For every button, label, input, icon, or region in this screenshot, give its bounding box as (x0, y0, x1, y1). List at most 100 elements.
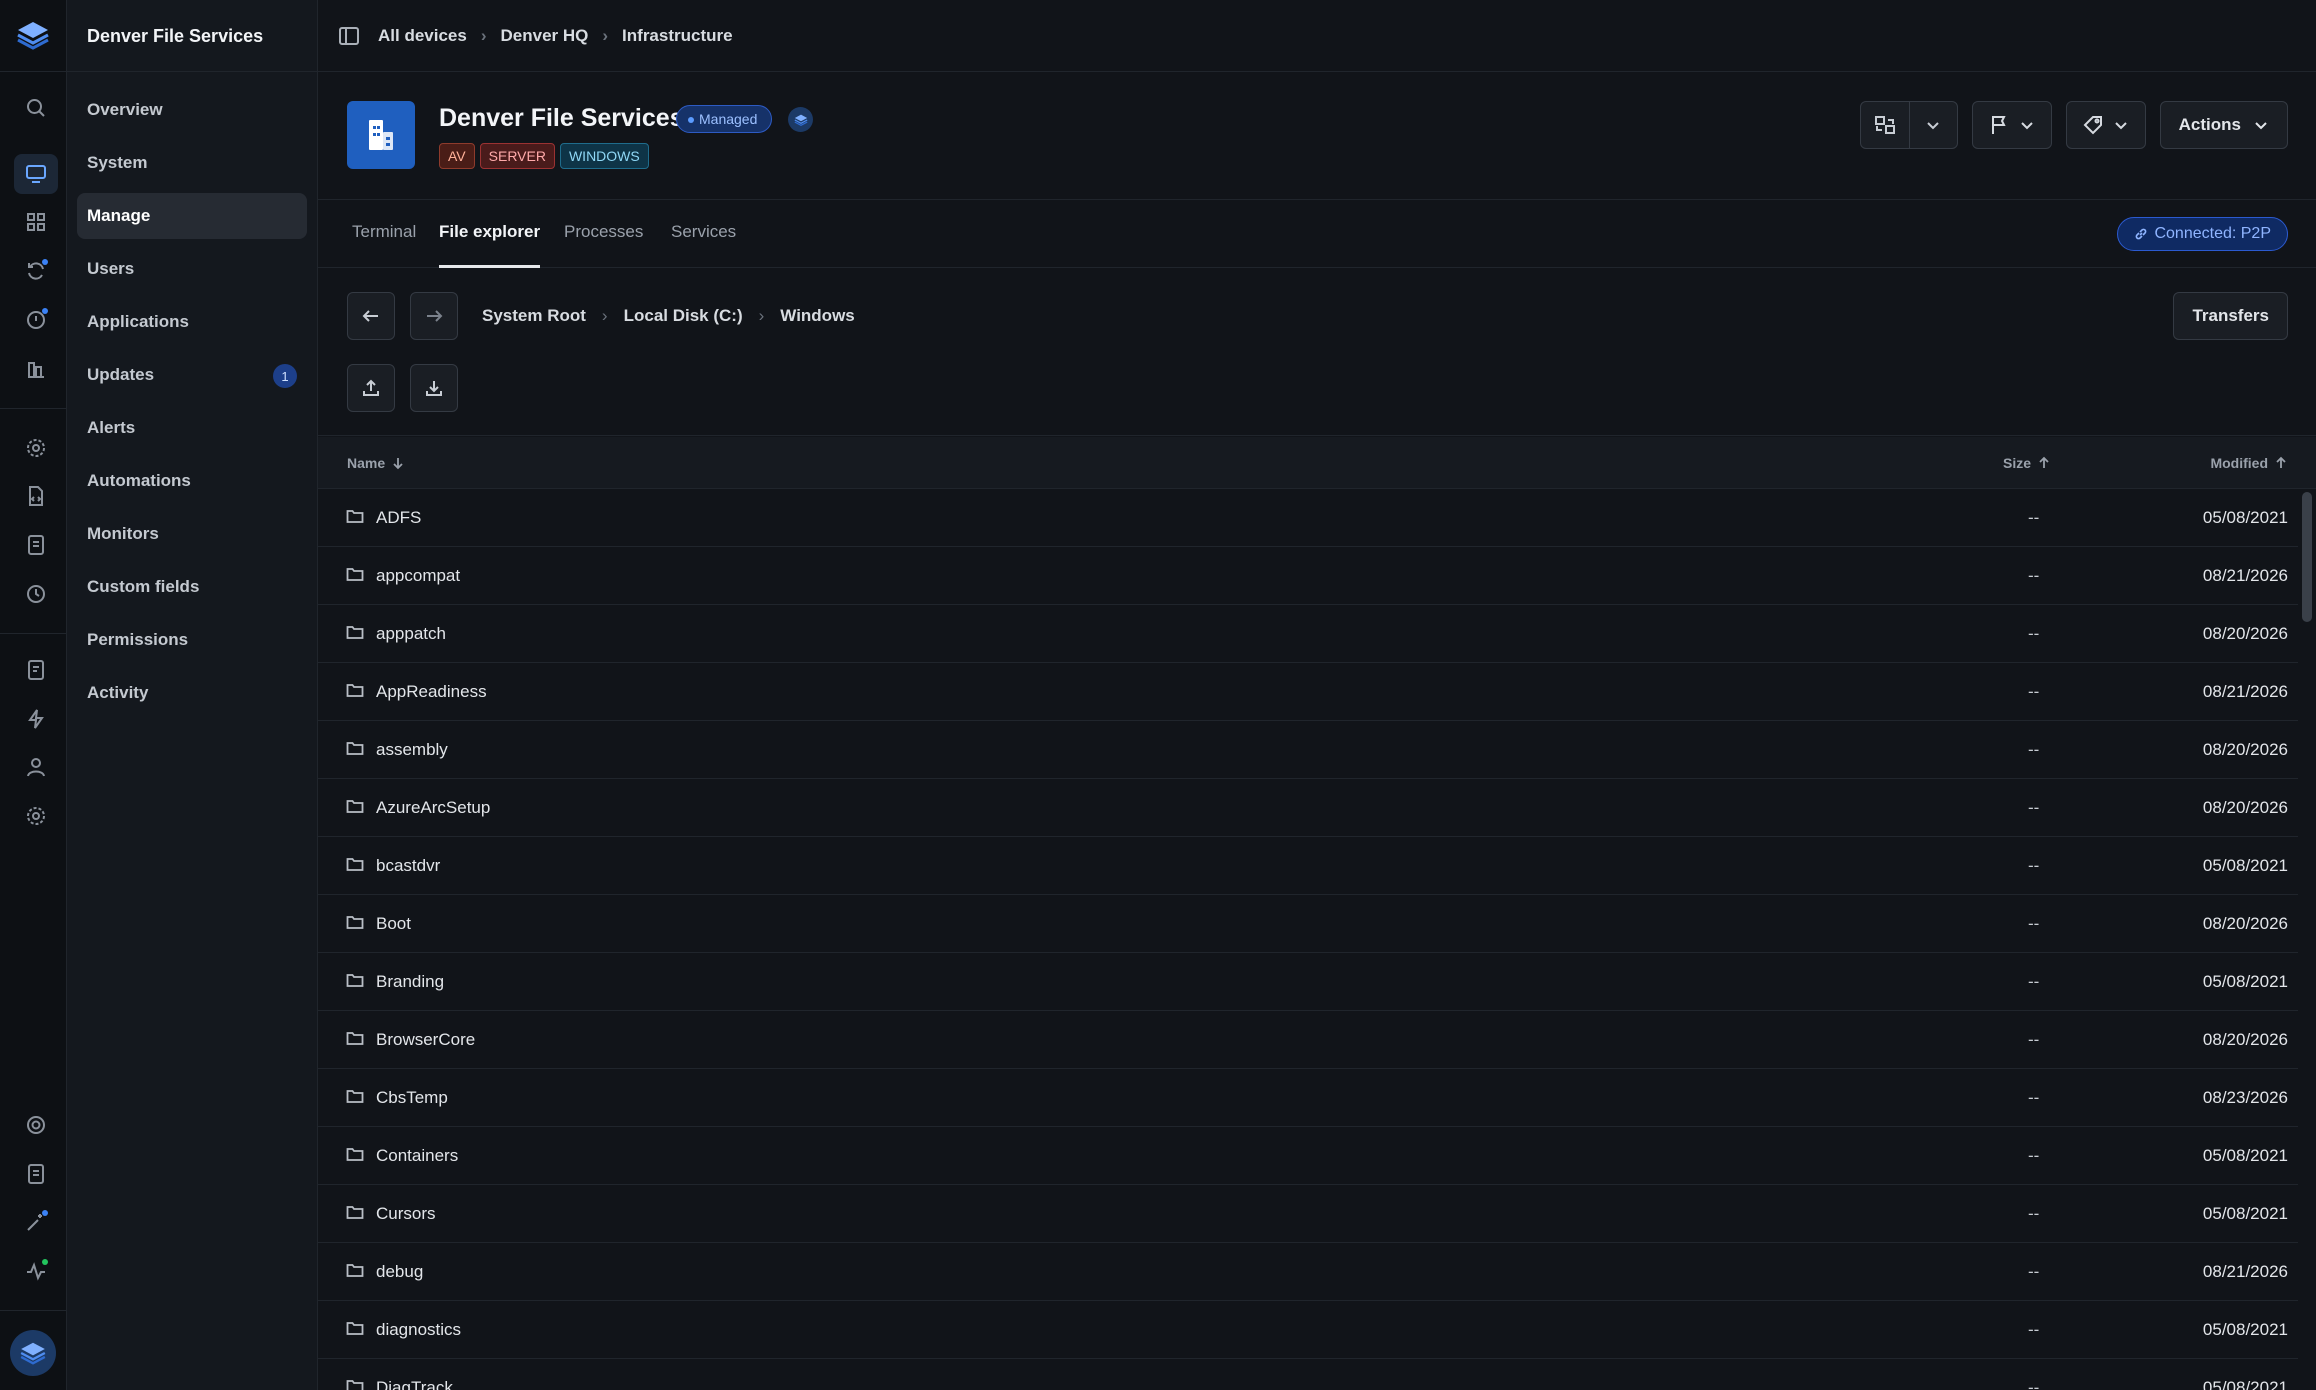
column-header-size[interactable]: Size (2003, 455, 2051, 471)
path-windows[interactable]: Windows (780, 306, 854, 326)
sidebar-item-alerts[interactable]: Alerts (77, 405, 307, 451)
admin-settings-icon[interactable] (14, 796, 58, 836)
tab-processes[interactable]: Processes (564, 222, 643, 268)
transfers-button[interactable]: Transfers (2173, 292, 2288, 340)
document-icon[interactable] (14, 525, 58, 565)
reports-icon[interactable] (14, 349, 58, 389)
chevron-down-icon (2253, 117, 2269, 133)
tab-file-explorer[interactable]: File explorer (439, 222, 541, 268)
download-button[interactable] (410, 364, 458, 412)
sidebar-item-overview[interactable]: Overview (77, 87, 307, 133)
back-button[interactable] (347, 292, 395, 340)
actions-button[interactable]: Actions (2159, 101, 2288, 149)
file-name: BrowserCore (376, 1030, 476, 1049)
sidebar-toggle-icon[interactable] (338, 25, 360, 47)
chevron-down-icon[interactable] (1908, 102, 1957, 148)
brand-logo-icon[interactable] (14, 18, 52, 52)
sidebar-item-users[interactable]: Users (77, 246, 307, 292)
table-row[interactable]: Boot -- 08/20/2026 (318, 895, 2298, 953)
file-modified: 08/21/2026 (2202, 1262, 2288, 1281)
upload-button[interactable] (347, 364, 395, 412)
folder-icon (346, 682, 364, 698)
server-building-icon (347, 101, 415, 169)
sidebar-item-manage[interactable]: Manage (77, 193, 307, 239)
file-modified: 08/20/2026 (2202, 740, 2288, 759)
breadcrumb-all-devices[interactable]: All devices (378, 26, 467, 46)
alert-clock-icon[interactable] (14, 300, 58, 340)
tab-terminal[interactable]: Terminal (352, 222, 416, 268)
file-size: -- (2028, 624, 2040, 643)
sidebar-divider (67, 71, 318, 72)
table-row[interactable]: AzureArcSetup -- 08/20/2026 (318, 779, 2298, 837)
table-row[interactable]: Branding -- 05/08/2021 (318, 953, 2298, 1011)
table-row[interactable]: appcompat -- 08/21/2026 (318, 547, 2298, 605)
table-row[interactable]: debug -- 08/21/2026 (318, 1243, 2298, 1301)
avatar[interactable] (10, 1330, 56, 1376)
history-icon[interactable] (14, 574, 58, 614)
table-row[interactable]: diagnostics -- 05/08/2021 (318, 1301, 2298, 1359)
settings-gear-icon[interactable] (14, 428, 58, 468)
device-sidebar: Denver File Services Overview System Man… (67, 0, 318, 1390)
changelog-icon[interactable] (14, 1154, 58, 1194)
table-row[interactable]: Containers -- 05/08/2021 (318, 1127, 2298, 1185)
file-size: -- (2028, 972, 2040, 991)
chevron-down-icon (2113, 117, 2129, 133)
rail-divider (0, 1310, 67, 1311)
sidebar-item-label: Activity (87, 683, 149, 702)
column-header-modified[interactable]: Modified (2210, 455, 2288, 471)
sidebar-item-system[interactable]: System (77, 140, 307, 186)
folder-icon (346, 1030, 364, 1046)
tab-services[interactable]: Services (671, 222, 736, 268)
remote-connect-group (1859, 101, 1958, 149)
sidebar-item-applications[interactable]: Applications (77, 299, 307, 345)
table-row[interactable]: ADFS -- 05/08/2021 (318, 489, 2298, 547)
search-icon[interactable] (14, 88, 58, 128)
sidebar-item-label: Alerts (87, 418, 136, 437)
path-system-root[interactable]: System Root (482, 306, 586, 326)
file-size: -- (2028, 856, 2040, 875)
sync-icon[interactable] (14, 251, 58, 291)
chevron-right-icon: › (602, 25, 609, 45)
table-row[interactable]: Cursors -- 05/08/2021 (318, 1185, 2298, 1243)
file-name: DiagTrack (376, 1378, 453, 1390)
table-row[interactable]: assembly -- 08/20/2026 (318, 721, 2298, 779)
sidebar-item-activity[interactable]: Activity (77, 670, 307, 716)
script-file-icon[interactable] (14, 476, 58, 516)
forward-button[interactable] (410, 292, 458, 340)
activity-pulse-icon[interactable] (14, 1251, 58, 1291)
table-row[interactable]: bcastdvr -- 05/08/2021 (318, 837, 2298, 895)
lightning-icon[interactable] (14, 699, 58, 739)
table-row[interactable]: DiagTrack -- 05/08/2021 (318, 1359, 2298, 1390)
devices-icon[interactable] (14, 154, 58, 194)
sidebar-item-automations[interactable]: Automations (77, 458, 307, 504)
file-modified: 08/23/2026 (2202, 1088, 2288, 1107)
remote-connect-icon[interactable] (1861, 102, 1909, 148)
table-row[interactable]: AppReadiness -- 08/21/2026 (318, 663, 2298, 721)
grid-icon[interactable] (14, 202, 58, 242)
checklist-icon[interactable] (14, 650, 58, 690)
connection-status-badge: Connected: P2P (2117, 217, 2288, 251)
manage-tabs: Terminal File explorer Processes Service… (318, 200, 2316, 268)
table-row[interactable]: apppatch -- 08/20/2026 (318, 605, 2298, 663)
path-local-disk[interactable]: Local Disk (C:) (624, 306, 743, 326)
sidebar-item-updates[interactable]: Updates 1 (77, 352, 307, 398)
breadcrumb-infrastructure[interactable]: Infrastructure (622, 26, 733, 46)
file-modified: 08/21/2026 (2202, 566, 2288, 585)
vertical-scrollbar[interactable] (2302, 492, 2312, 622)
file-size: -- (2028, 1378, 2040, 1390)
flag-dropdown-button[interactable] (1971, 101, 2052, 149)
help-lifebuoy-icon[interactable] (14, 1105, 58, 1145)
sparkle-icon[interactable] (14, 1202, 58, 1242)
sidebar-item-custom-fields[interactable]: Custom fields (77, 564, 307, 610)
column-header-name[interactable]: Name (347, 455, 405, 471)
tag-dropdown-button[interactable] (2065, 101, 2146, 149)
sidebar-item-monitors[interactable]: Monitors (77, 511, 307, 557)
column-label: Size (2003, 455, 2032, 471)
table-row[interactable]: CbsTemp -- 08/23/2026 (318, 1069, 2298, 1127)
folder-icon (346, 798, 364, 814)
table-row[interactable]: BrowserCore -- 08/20/2026 (318, 1011, 2298, 1069)
file-name: ADFS (376, 508, 422, 527)
sidebar-item-permissions[interactable]: Permissions (77, 617, 307, 663)
breadcrumb-denver-hq[interactable]: Denver HQ (501, 26, 589, 46)
user-icon[interactable] (14, 747, 58, 787)
